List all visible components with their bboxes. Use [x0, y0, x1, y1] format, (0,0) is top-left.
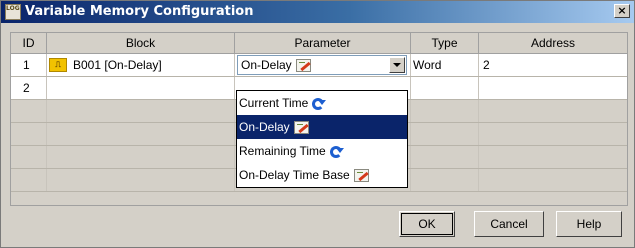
on-delay-block-icon: ⎍: [49, 58, 67, 72]
column-header-block[interactable]: Block: [47, 33, 235, 54]
refresh-icon: [329, 145, 344, 158]
table-row[interactable]: 1 ⎍ B001 [On-Delay] On-Delay Word 2: [11, 54, 627, 77]
parameter-combobox-value: On-Delay: [241, 56, 311, 74]
close-button[interactable]: ×: [614, 4, 630, 18]
row-id: 1: [23, 58, 30, 72]
column-header-address[interactable]: Address: [479, 33, 627, 54]
row-id: 2: [23, 81, 30, 95]
dropdown-option-on-delay-time-base[interactable]: On-Delay Time Base: [237, 163, 407, 187]
parameter-dropdown-list: Current Time On-Delay Remaining Time On-…: [236, 90, 408, 188]
ok-button[interactable]: OK: [399, 211, 455, 237]
title-bar[interactable]: LOGO Variable Memory Configuration ×: [1, 1, 634, 23]
column-header-type[interactable]: Type: [411, 33, 479, 54]
row-type: Word: [413, 58, 442, 72]
row-address[interactable]: 2: [483, 54, 490, 76]
dialog-window: LOGO Variable Memory Configuration × ID …: [0, 0, 635, 248]
dialog-title: Variable Memory Configuration: [25, 4, 254, 19]
dropdown-option-remaining-time[interactable]: Remaining Time: [237, 139, 407, 163]
parameter-combobox[interactable]: On-Delay: [237, 55, 407, 75]
cancel-button[interactable]: Cancel: [474, 211, 544, 237]
pencil-icon: [295, 59, 311, 73]
pencil-icon: [353, 169, 369, 183]
help-button[interactable]: Help: [556, 211, 622, 237]
app-logo-icon: LOGO: [5, 4, 21, 20]
column-header-parameter[interactable]: Parameter: [235, 33, 411, 54]
chevron-down-icon[interactable]: [389, 57, 405, 73]
pencil-icon: [293, 121, 309, 135]
dropdown-option-on-delay[interactable]: On-Delay: [237, 115, 407, 139]
row-block: B001 [On-Delay]: [73, 58, 162, 72]
column-header-id[interactable]: ID: [11, 33, 47, 54]
dropdown-option-current-time[interactable]: Current Time: [237, 91, 407, 115]
refresh-icon: [312, 97, 327, 110]
